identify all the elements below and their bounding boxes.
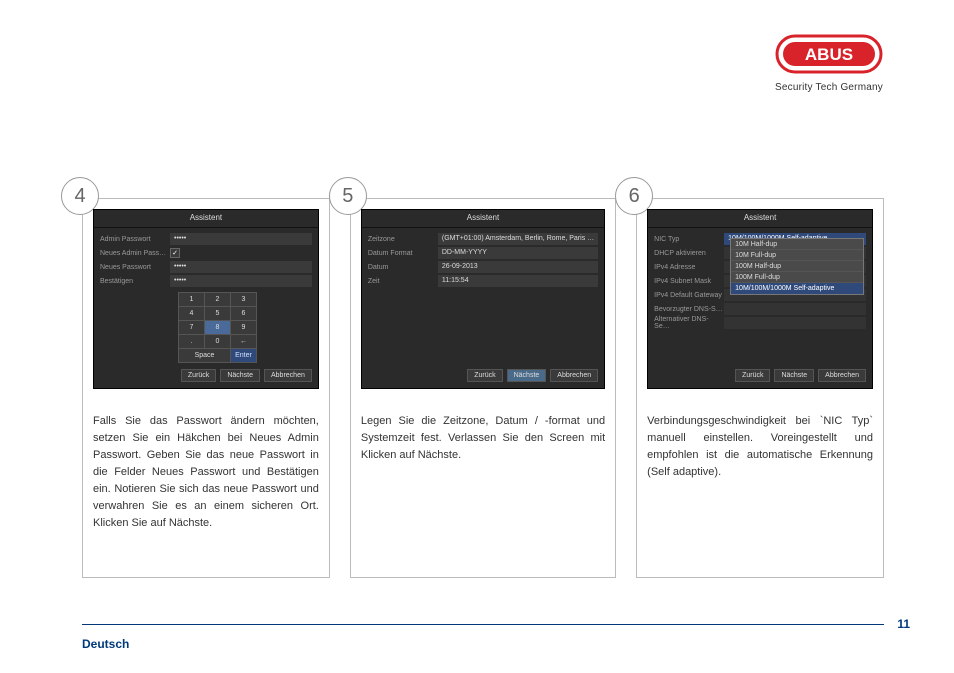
- back-button[interactable]: Zurück: [467, 369, 502, 382]
- step-5-description: Legen Sie die Zeitzone, Datum / -format …: [361, 413, 605, 464]
- wizard-title: Assistent: [94, 210, 318, 228]
- nic-option[interactable]: 10M Half-dup: [731, 239, 863, 250]
- field-new-admin-pw-checkbox: Neues Admin Pass… ✓: [100, 246, 312, 260]
- steps-row: 4 Assistent Admin Passwort ••••• Neues A…: [82, 198, 884, 578]
- cancel-button[interactable]: Abbrechen: [550, 369, 598, 382]
- wizard-screen-5: Assistent Zeitzone (GMT+01:00) Amsterdam…: [361, 209, 605, 389]
- admin-password-input[interactable]: •••••: [170, 233, 312, 245]
- language-tag: Deutsch: [82, 637, 129, 651]
- cancel-button[interactable]: Abbrechen: [264, 369, 312, 382]
- nic-option-selected[interactable]: 10M/100M/1000M Self-adaptive: [731, 283, 863, 294]
- date-input[interactable]: 26-09-2013: [438, 261, 598, 273]
- new-admin-pw-checkbox[interactable]: ✓: [170, 248, 180, 258]
- wizard-screen-6: Assistent NIC Typ 10M/100M/1000M Self-ad…: [647, 209, 873, 389]
- step-panel-4: 4 Assistent Admin Passwort ••••• Neues A…: [82, 198, 330, 578]
- back-button[interactable]: Zurück: [181, 369, 216, 382]
- field-new-password: Neues Passwort •••••: [100, 260, 312, 274]
- confirm-password-input[interactable]: •••••: [170, 275, 312, 287]
- step-panel-6: 6 Assistent NIC Typ 10M/100M/1000M Self-…: [636, 198, 884, 578]
- nic-option[interactable]: 100M Half-dup: [731, 261, 863, 272]
- nic-option[interactable]: 100M Full-dup: [731, 272, 863, 283]
- step-6-description: Verbindungsgeschwindigkeit bei `NIC Typ`…: [647, 413, 873, 481]
- date-format-select[interactable]: DD-MM-YYYY: [438, 247, 598, 259]
- next-button[interactable]: Nächste: [220, 369, 260, 382]
- wizard-title: Assistent: [362, 210, 604, 228]
- cancel-button[interactable]: Abbrechen: [818, 369, 866, 382]
- field-admin-password: Admin Passwort •••••: [100, 232, 312, 246]
- nic-type-dropdown[interactable]: 10M Half-dup 10M Full-dup 100M Half-dup …: [730, 238, 864, 295]
- onscreen-keypad[interactable]: 123 456 789 .0← SpaceEnter: [178, 292, 286, 363]
- field-date: Datum 26-09-2013: [368, 260, 598, 274]
- field-timezone: Zeitzone (GMT+01:00) Amsterdam, Berlin, …: [368, 232, 598, 246]
- nic-option[interactable]: 10M Full-dup: [731, 250, 863, 261]
- wizard-screen-4: Assistent Admin Passwort ••••• Neues Adm…: [93, 209, 319, 389]
- wizard-footer-4: Zurück Nächste Abbrechen: [181, 369, 312, 382]
- step-panel-5: 5 Assistent Zeitzone (GMT+01:00) Amsterd…: [350, 198, 616, 578]
- field-confirm-password: Bestätigen •••••: [100, 274, 312, 288]
- timezone-select[interactable]: (GMT+01:00) Amsterdam, Berlin, Rome, Par…: [438, 233, 598, 245]
- back-button[interactable]: Zurück: [735, 369, 770, 382]
- new-password-input[interactable]: •••••: [170, 261, 312, 273]
- next-button[interactable]: Nächste: [507, 369, 547, 382]
- brand-logo: ABUS Security Tech Germany: [774, 30, 884, 93]
- footer-rule: [82, 624, 884, 625]
- next-button[interactable]: Nächste: [774, 369, 814, 382]
- field-date-format: Datum Format DD-MM-YYYY: [368, 246, 598, 260]
- brand-name: ABUS: [805, 45, 853, 64]
- wizard-title: Assistent: [648, 210, 872, 228]
- abus-logo-icon: ABUS: [774, 30, 884, 78]
- page-number: 11: [897, 617, 910, 631]
- step-4-description: Falls Sie das Passwort ändern möchten, s…: [93, 413, 319, 532]
- field-time: Zeit 11:15:54: [368, 274, 598, 288]
- wizard-footer-6: Zurück Nächste Abbrechen: [735, 369, 866, 382]
- time-input[interactable]: 11:15:54: [438, 275, 598, 287]
- wizard-footer-5: Zurück Nächste Abbrechen: [467, 369, 598, 382]
- brand-tagline: Security Tech Germany: [774, 82, 884, 93]
